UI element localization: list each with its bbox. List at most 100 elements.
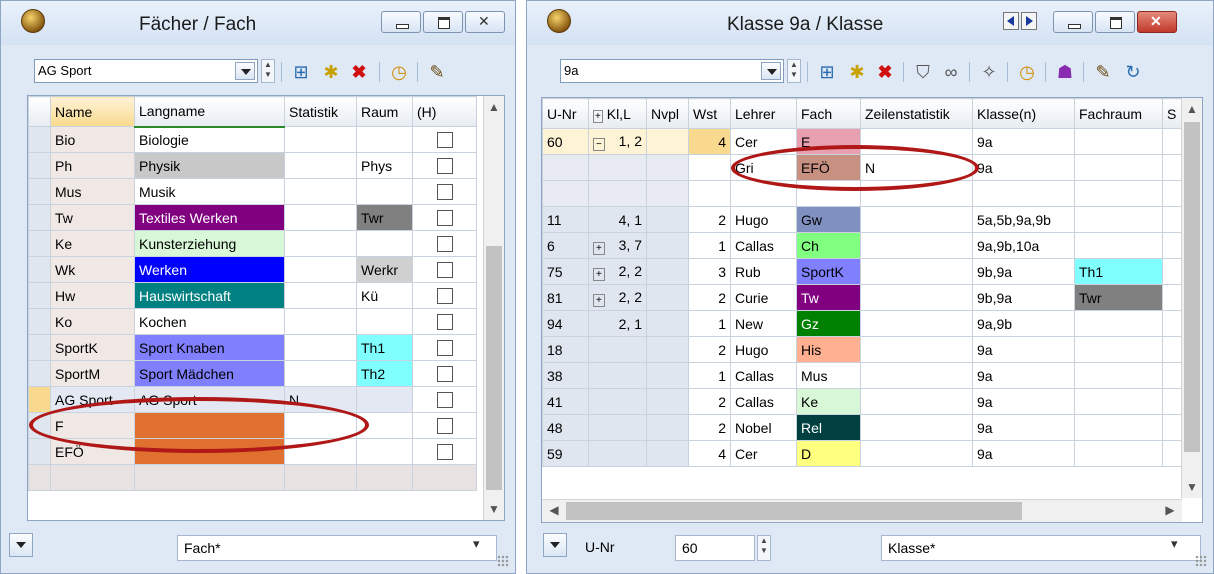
cell-statistik[interactable] xyxy=(284,438,357,465)
table-row[interactable]: Bio Biologie xyxy=(28,126,477,153)
cell-h-checkbox[interactable] xyxy=(412,412,477,439)
col-header-raum[interactable]: Raum xyxy=(356,96,413,127)
table-row[interactable]: 18 2 Hugo His 9a xyxy=(542,336,1185,363)
cell-name[interactable]: AG Sport xyxy=(50,386,135,413)
cell-unr[interactable]: 48 xyxy=(542,414,589,441)
cell-kll[interactable]: −1, 2 xyxy=(588,128,647,155)
chevron-down-icon[interactable] xyxy=(761,62,781,80)
cell-name[interactable]: Ph xyxy=(50,152,135,179)
cell-klassen[interactable]: 9a,9b,10a xyxy=(972,232,1075,259)
cell-langname[interactable]: Biologie xyxy=(134,126,285,153)
cell-h-checkbox[interactable] xyxy=(412,282,477,309)
expand-icon[interactable]: + xyxy=(593,267,605,281)
cell-wst[interactable]: 2 xyxy=(688,206,731,233)
cell-name[interactable]: Ko xyxy=(50,308,135,335)
cell-fach[interactable]: E xyxy=(796,128,861,155)
cell-lehrer[interactable]: Cer xyxy=(730,440,797,467)
table-row[interactable]: 59 4 Cer D 9a xyxy=(542,440,1185,467)
scroll-down-icon[interactable]: ▼ xyxy=(484,500,504,518)
cell-klassen[interactable]: 9a xyxy=(972,440,1075,467)
cell-langname[interactable]: Textiles Werken xyxy=(134,204,285,231)
cell-langname[interactable] xyxy=(134,412,285,439)
col-header-fach[interactable]: Fach xyxy=(796,98,861,129)
cell-nvpl[interactable] xyxy=(646,310,689,337)
cell-fachraum[interactable] xyxy=(1074,180,1163,207)
cell-zeilen[interactable] xyxy=(860,310,973,337)
col-header-lehrer[interactable]: Lehrer xyxy=(730,98,797,129)
grid-icon[interactable]: ⊞ xyxy=(815,60,839,84)
delete-icon[interactable]: ✖ xyxy=(873,60,897,84)
col-header-unr[interactable]: U-Nr xyxy=(542,98,589,129)
cell-nvpl[interactable] xyxy=(646,154,689,181)
cell-kll[interactable] xyxy=(588,154,647,181)
prev-element-icon[interactable] xyxy=(1003,12,1019,30)
cell-lehrer[interactable]: New xyxy=(730,310,797,337)
unr-spin-icon[interactable]: ▲ ▼ xyxy=(757,535,771,561)
cell-zeilen[interactable] xyxy=(860,180,973,207)
cell-statistik[interactable] xyxy=(284,152,357,179)
checkbox[interactable] xyxy=(436,184,453,201)
checkbox[interactable] xyxy=(436,288,453,305)
col-header-fachraum[interactable]: Fachraum xyxy=(1074,98,1163,129)
cell-klassen[interactable]: 9a xyxy=(972,414,1075,441)
table-row[interactable]: Hw Hauswirtschaft Kü xyxy=(28,282,477,309)
view-field[interactable]: Klasse* xyxy=(881,535,1201,561)
table-row[interactable]: 94 2, 1 1 New Gz 9a,9b xyxy=(542,310,1185,337)
resize-grip[interactable] xyxy=(497,555,509,567)
cell-wst[interactable]: 2 xyxy=(688,336,731,363)
cell-statistik[interactable] xyxy=(284,282,357,309)
close-button[interactable] xyxy=(465,11,505,33)
scroll-thumb[interactable] xyxy=(486,246,502,490)
vertical-scrollbar[interactable]: ▲ ▼ xyxy=(1181,98,1202,498)
cell-fachraum[interactable] xyxy=(1074,154,1163,181)
cell-unr[interactable]: 81 xyxy=(542,284,589,311)
cell-fachraum[interactable] xyxy=(1074,440,1163,467)
cell-kll[interactable] xyxy=(588,440,647,467)
checkbox[interactable] xyxy=(436,158,453,175)
refresh-icon[interactable]: ↻ xyxy=(1121,60,1145,84)
table-row[interactable]: Ph Physik Phys xyxy=(28,152,477,179)
cell-lehrer[interactable]: Rub xyxy=(730,258,797,285)
horizontal-scrollbar[interactable]: ◀ ▶ xyxy=(542,499,1182,522)
cell-fach[interactable]: SportK xyxy=(796,258,861,285)
cell-h-checkbox[interactable] xyxy=(412,438,477,465)
table-row[interactable]: AG Sport AG Sport N xyxy=(28,386,477,413)
cell-statistik[interactable]: N xyxy=(284,386,357,413)
cell-lehrer[interactable]: Callas xyxy=(730,388,797,415)
cell-name[interactable]: Ke xyxy=(50,230,135,257)
table-row[interactable]: 38 1 Callas Mus 9a xyxy=(542,362,1185,389)
table-row[interactable]: SportM Sport Mädchen Th2 xyxy=(28,360,477,387)
checkbox[interactable] xyxy=(436,236,453,253)
table-row[interactable]: 41 2 Callas Ke 9a xyxy=(542,388,1185,415)
cell-zeilen[interactable] xyxy=(860,440,973,467)
minimize-button[interactable] xyxy=(381,11,421,33)
table-row[interactable]: EFÖ xyxy=(28,438,477,465)
cell-klassen[interactable]: 9a xyxy=(972,388,1075,415)
close-button[interactable] xyxy=(1137,11,1177,33)
grid-icon[interactable]: ⊞ xyxy=(289,60,313,84)
cell-fach[interactable]: D xyxy=(796,440,861,467)
cell-statistik[interactable] xyxy=(284,412,357,439)
row-selector[interactable] xyxy=(28,230,51,257)
cell-nvpl[interactable] xyxy=(646,414,689,441)
cell-klassen[interactable]: 9a xyxy=(972,128,1075,155)
cell-nvpl[interactable] xyxy=(646,232,689,259)
cell-kll[interactable] xyxy=(588,414,647,441)
cell-fachraum[interactable]: Twr xyxy=(1074,284,1163,311)
cell-langname[interactable]: Kochen xyxy=(134,308,285,335)
cell-wst[interactable]: 1 xyxy=(688,232,731,259)
cell-wst[interactable]: 2 xyxy=(688,388,731,415)
cell-zeilen[interactable] xyxy=(860,362,973,389)
people-icon[interactable]: ☗ xyxy=(1053,60,1077,84)
cell-langname[interactable]: Sport Mädchen xyxy=(134,360,285,387)
col-header-klassen[interactable]: Klasse(n) xyxy=(972,98,1075,129)
table-row[interactable]: Ko Kochen xyxy=(28,308,477,335)
table-row[interactable]: Ke Kunsterziehung xyxy=(28,230,477,257)
cell-wst[interactable] xyxy=(688,180,731,207)
row-selector[interactable] xyxy=(28,308,51,335)
scroll-left-icon[interactable]: ◀ xyxy=(546,501,562,519)
checkbox[interactable] xyxy=(436,132,453,149)
table-row[interactable]: Gri EFÖ N 9a xyxy=(542,154,1185,181)
spin-updown-icon[interactable]: ▲ ▼ xyxy=(261,59,275,83)
cell-nvpl[interactable] xyxy=(646,388,689,415)
